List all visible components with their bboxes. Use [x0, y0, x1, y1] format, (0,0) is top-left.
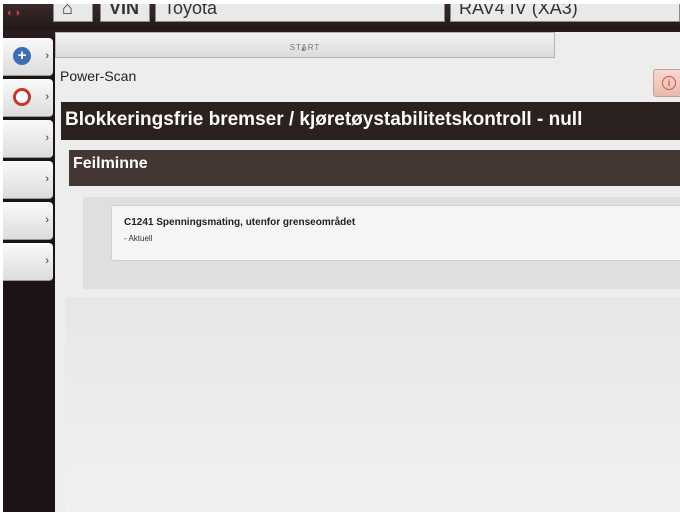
empty-content-area — [65, 297, 680, 512]
chevron-right-icon: › — [45, 50, 49, 62]
main-panel: ▲ START Power-Scan i Blokkeringsfrie bre… — [55, 32, 680, 512]
sidebar-item-3[interactable]: › — [3, 120, 53, 158]
app-logo-icon: ◐◑ — [7, 7, 21, 19]
tab-start[interactable]: ▲ START — [55, 32, 555, 58]
sidebar-item-stop[interactable]: › — [3, 79, 53, 117]
app-screen: ◐◑ ⌂ VIN Toyota ▼ RAV4 IV (XA3) + › › › … — [3, 4, 680, 512]
dtc-status: - Aktuell — [124, 234, 153, 243]
chevron-right-icon: › — [45, 132, 49, 144]
make-value: Toyota — [164, 4, 218, 18]
sidebar-item-5[interactable]: › — [3, 202, 53, 240]
info-button[interactable]: i — [653, 69, 680, 97]
subsection-title: Feilminne — [69, 150, 680, 186]
dtc-list: C1241 Spenningsmating, utenfor grenseomr… — [83, 197, 680, 289]
sidebar: + › › › › › › — [3, 38, 55, 512]
home-icon: ⌂ — [62, 4, 73, 18]
sidebar-item-add[interactable]: + › — [3, 38, 53, 76]
sidebar-item-4[interactable]: › — [3, 161, 53, 199]
chevron-right-icon: › — [45, 255, 49, 267]
dtc-code-text: C1241 Spenningsmating, utenfor grenseomr… — [124, 217, 356, 228]
chevron-right-icon: › — [45, 91, 49, 103]
chevron-right-icon: › — [45, 214, 49, 226]
panel-title: Power-Scan — [60, 68, 137, 84]
chevron-right-icon: › — [45, 173, 49, 185]
make-select[interactable]: Toyota ▼ — [155, 4, 445, 22]
home-button[interactable]: ⌂ — [53, 4, 93, 22]
dtc-card[interactable]: C1241 Spenningsmating, utenfor grenseomr… — [111, 205, 680, 261]
photo-frame: ◐◑ ⌂ VIN Toyota ▼ RAV4 IV (XA3) + › › › … — [0, 0, 680, 513]
model-select[interactable]: RAV4 IV (XA3) — [450, 4, 680, 22]
top-bar: ◐◑ ⌂ VIN Toyota ▼ RAV4 IV (XA3) — [3, 4, 680, 30]
sidebar-item-6[interactable]: › — [3, 243, 53, 281]
plus-icon: + — [13, 47, 31, 65]
info-icon: i — [662, 76, 676, 90]
vin-field[interactable]: VIN — [100, 4, 150, 22]
caret-up-icon: ▲ — [300, 46, 308, 53]
stop-icon — [13, 88, 31, 106]
section-title: Blokkeringsfrie bremser / kjøretøystabil… — [61, 102, 680, 140]
